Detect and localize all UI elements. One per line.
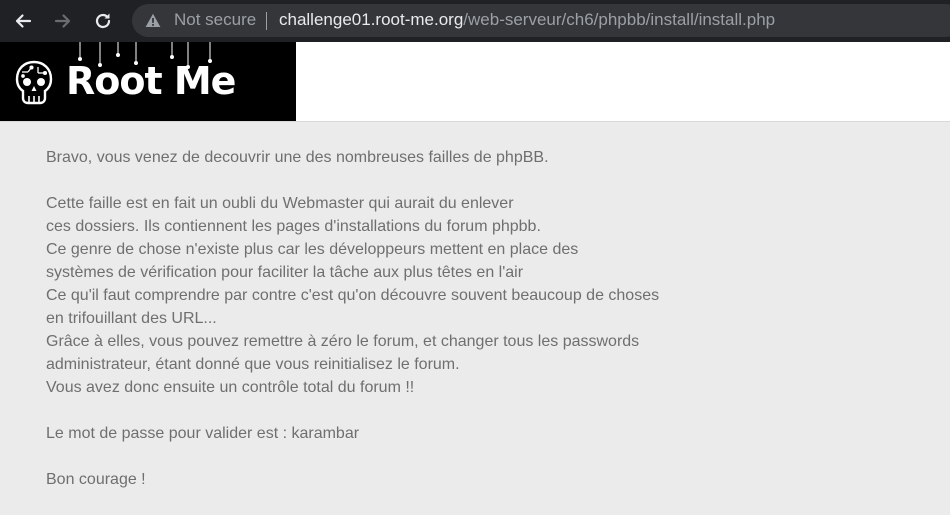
back-arrow-icon [15, 14, 32, 28]
url-path: /web-serveur/ch6/phpbb/install/install.p… [463, 10, 776, 29]
skull-icon [15, 60, 53, 105]
site-header: Root Me [0, 42, 950, 122]
url-text[interactable]: challenge01.root-me.org/web-serveur/ch6/… [279, 10, 775, 30]
forward-button[interactable] [49, 7, 77, 35]
challenge-message: Bravo, vous venez de decouvrir une des n… [46, 146, 906, 491]
forward-arrow-icon [54, 14, 71, 28]
security-status-label[interactable]: Not secure [174, 10, 256, 30]
browser-toolbar: Not secure challenge01.root-me.org/web-s… [0, 0, 950, 42]
paragraph-line: administrateur, étant donné que vous rei… [46, 356, 460, 373]
paragraph-line: systèmes de vérification pour faciliter … [46, 264, 524, 281]
reload-icon [95, 13, 111, 29]
intro-text: Bravo, vous venez de decouvrir une des n… [46, 149, 549, 166]
paragraph-line: Cette faille est en fait un oubli du Web… [46, 195, 514, 212]
url-host: challenge01.root-me.org [279, 10, 464, 29]
address-bar[interactable]: Not secure challenge01.root-me.org/web-s… [132, 4, 950, 37]
closing-text: Bon courage ! [46, 471, 146, 488]
warning-icon[interactable] [145, 13, 161, 28]
site-logo[interactable]: Root Me [0, 42, 296, 121]
paragraph-line: Ce qu'il faut comprendre par contre c'es… [46, 287, 660, 304]
reload-button[interactable] [89, 7, 117, 35]
paragraph-line: en trifouillant des URL... [46, 310, 217, 327]
paragraph-line: Grâce à elles, vous pouvez remettre à zé… [46, 333, 640, 350]
paragraph-line: Vous avez donc ensuite un contrôle total… [46, 379, 415, 396]
paragraph-line: ces dossiers. Ils contiennent les pages … [46, 218, 541, 235]
password-text: Le mot de passe pour valider est : karam… [46, 425, 360, 442]
logo-wordmark: Root Me [66, 59, 236, 103]
back-button[interactable] [9, 7, 37, 35]
omnibox-divider [266, 12, 267, 30]
paragraph-line: Ce genre de chose n'existe plus car les … [46, 241, 579, 258]
